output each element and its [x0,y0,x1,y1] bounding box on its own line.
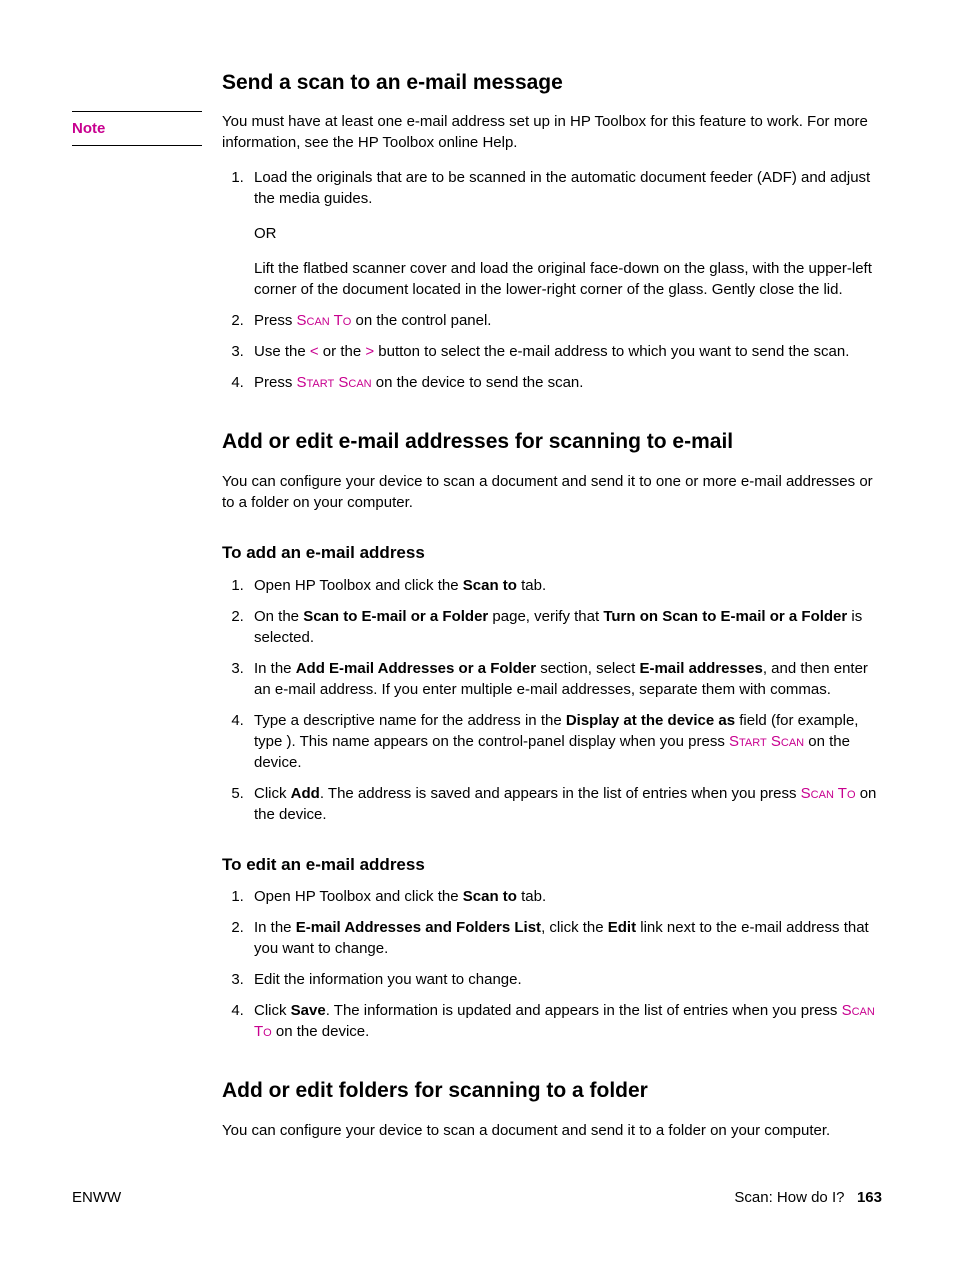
greater-than-icon: > [365,343,374,360]
heading-add-edit-email: Add or edit e-mail addresses for scannin… [222,427,882,456]
section-send-scan-email: Send a scan to an e-mail message Note Yo… [72,68,882,393]
intro-folders: You can configure your device to scan a … [222,1120,882,1141]
edit-step-4: Click Save. The information is updated a… [248,1000,882,1042]
step-3: Use the < or the > button to select the … [248,341,882,362]
note-body: You must have at least one e-mail addres… [222,111,882,153]
edit-step-1: Open HP Toolbox and click the Scan to ta… [248,886,882,907]
add-step-3: In the Add E-mail Addresses or a Folder … [248,658,882,700]
less-than-icon: < [310,343,319,360]
add-step-5: Click Add. The address is saved and appe… [248,783,882,825]
steps-send-scan: Load the originals that are to be scanne… [222,167,882,393]
start-scan-button-ref: Start Scan [729,733,804,750]
subheading-edit-email: To edit an e-mail address [222,853,882,877]
add-step-2: On the Scan to E-mail or a Folder page, … [248,606,882,648]
start-scan-button-ref: Start Scan [297,374,372,391]
add-step-1: Open HP Toolbox and click the Scan to ta… [248,575,882,596]
steps-add-email: Open HP Toolbox and click the Scan to ta… [222,575,882,825]
intro-add-edit: You can configure your device to scan a … [222,471,882,513]
footer-left: ENWW [72,1187,121,1208]
edit-step-2: In the E-mail Addresses and Folders List… [248,917,882,959]
page: Send a scan to an e-mail message Note Yo… [0,0,954,1270]
add-step-4: Type a descriptive name for the address … [248,710,882,773]
page-footer: ENWW Scan: How do I? 163 [72,1187,882,1208]
heading-add-edit-folders: Add or edit folders for scanning to a fo… [222,1076,882,1105]
subheading-add-email: To add an e-mail address [222,541,882,565]
steps-edit-email: Open HP Toolbox and click the Scan to ta… [222,886,882,1042]
scan-to-button-ref: Scan To [801,785,856,802]
note-label: Note [72,111,202,146]
scan-to-button-ref: Scan To [297,312,352,329]
heading-send-scan: Send a scan to an e-mail message [222,68,882,97]
step-1: Load the originals that are to be scanne… [248,167,882,300]
step-2: Press Scan To on the control panel. [248,310,882,331]
footer-right: Scan: How do I? 163 [734,1187,882,1208]
section-add-edit-folders: Add or edit folders for scanning to a fo… [222,1076,882,1140]
edit-step-3: Edit the information you want to change. [248,969,882,990]
step-4: Press Start Scan on the device to send t… [248,372,882,393]
page-number: 163 [857,1189,882,1206]
section-add-edit-email: Add or edit e-mail addresses for scannin… [222,427,882,1042]
